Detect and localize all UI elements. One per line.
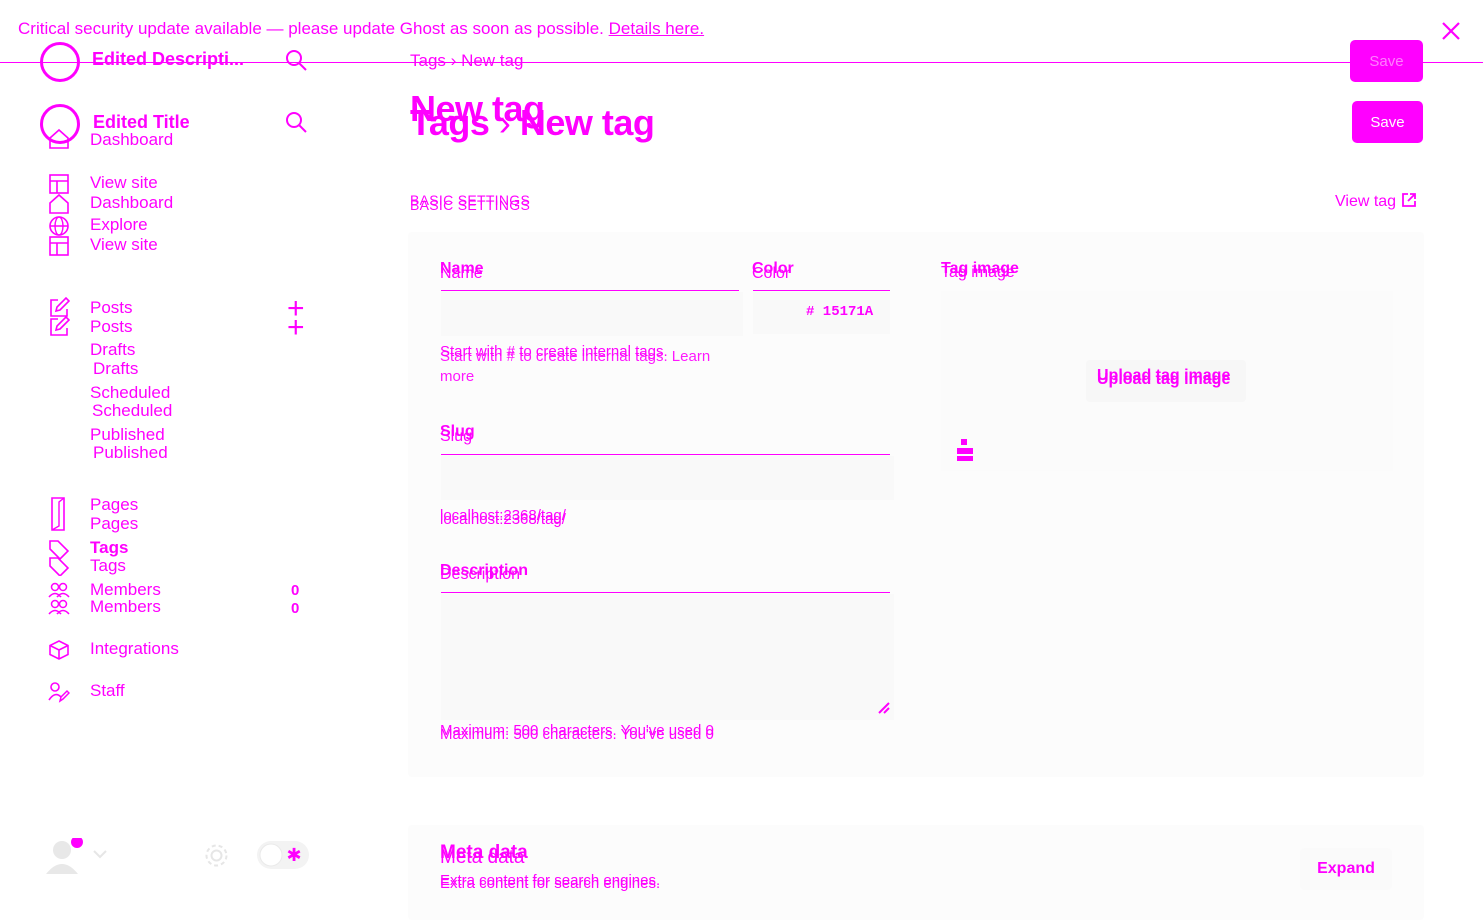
breadcrumb-current: New tag [461, 51, 524, 70]
expand-label: Expand [1317, 860, 1375, 877]
nav-published[interactable]: Published [93, 443, 168, 463]
nav-posts-ghost[interactable]: Posts [90, 298, 133, 318]
nav-staff[interactable]: Staff [90, 681, 125, 701]
home-icon [48, 128, 70, 150]
svg-text:✱: ✱ [286, 845, 301, 866]
name-label: Name [440, 265, 483, 282]
nav-members[interactable]: Members [90, 597, 161, 617]
resize-handle-icon[interactable] [878, 702, 890, 714]
color-label: Color [752, 265, 791, 282]
nav-drafts[interactable]: Drafts [93, 359, 138, 379]
slug-underline [441, 454, 890, 455]
user-avatar[interactable] [44, 838, 84, 876]
description-underline [441, 592, 890, 593]
slug-label: Slug [440, 428, 473, 445]
chevron-down-icon[interactable] [92, 848, 108, 860]
globe-icon [48, 215, 70, 237]
nav-view-site[interactable]: View site [90, 235, 158, 255]
name-underline [441, 290, 739, 291]
description-label: Description [440, 566, 521, 583]
view-tag-link[interactable]: View tag [1335, 192, 1417, 211]
external-link-icon [1401, 193, 1416, 207]
description-textarea[interactable] [441, 594, 894, 720]
meta-subtitle: Extra content for search engines. [440, 875, 661, 892]
site-logo[interactable] [40, 42, 80, 82]
search-icon-main[interactable] [284, 110, 308, 134]
breadcrumb-parent[interactable]: Tags [410, 51, 446, 70]
name-input[interactable] [441, 292, 743, 336]
nav-dashboard-ghost[interactable]: Dashboard [90, 130, 173, 150]
name-hint-text: Start with # to create internal tags. [440, 348, 668, 365]
members-count: 0 [291, 600, 300, 617]
edit-icon-2 [48, 316, 70, 338]
cube-icon [48, 639, 70, 661]
save-button[interactable]: Save [1352, 101, 1423, 143]
nav-posts[interactable]: Posts [90, 317, 133, 337]
banner-details-link[interactable]: Details here. [609, 19, 704, 38]
gear-icon[interactable] [203, 842, 230, 869]
nav-drafts-ghost[interactable]: Drafts [90, 340, 135, 360]
nav-published-ghost[interactable]: Published [90, 425, 165, 445]
nav-scheduled[interactable]: Scheduled [92, 401, 172, 421]
search-icon[interactable] [284, 48, 308, 72]
description-hint: Maximum: 500 characters. You've used 0 [440, 726, 714, 743]
staff-icon [48, 681, 70, 703]
theme-toggle[interactable]: ✱ [256, 840, 310, 870]
title-breadcrumb-current: New tag [519, 102, 655, 143]
slug-url: localhost:2368/tag/ [440, 511, 566, 528]
name-hint: Start with # to create internal tags. Le… [440, 347, 730, 387]
page-title: Tags › New tag [410, 102, 655, 144]
page-icon [48, 496, 70, 532]
save-label-ghost: Save [1369, 52, 1404, 70]
banner-message: Critical security update available — ple… [18, 19, 604, 38]
members-icon [48, 582, 70, 618]
site-description: Edited Descripti... [92, 49, 245, 69]
nav-dashboard[interactable]: Dashboard [90, 193, 173, 213]
upload-label: Upload tag image [1097, 371, 1231, 388]
image-icon [955, 438, 975, 462]
color-underline [753, 290, 890, 291]
layout-icon [48, 173, 70, 195]
new-post-plus-icon-2[interactable]: + [287, 313, 305, 343]
tag-icon [48, 538, 72, 576]
breadcrumb-separator: › [450, 51, 457, 70]
close-icon[interactable] [1440, 20, 1462, 42]
home-icon-2 [48, 193, 70, 215]
expand-button[interactable]: Expand [1300, 848, 1392, 890]
nav-view-site-ghost[interactable]: View site [90, 173, 158, 193]
nav-pages[interactable]: Pages [90, 514, 138, 534]
nav-explore[interactable]: Explore [90, 215, 148, 235]
nav-tags[interactable]: Tags [90, 556, 126, 576]
meta-title: Meta data [440, 847, 525, 868]
title-breadcrumb-separator: › [498, 102, 511, 143]
update-banner: Critical security update available — ple… [18, 19, 704, 39]
slug-input[interactable] [441, 456, 894, 500]
save-label: Save [1370, 113, 1405, 131]
nav-tags-ghost[interactable]: Tags [90, 538, 128, 558]
section-title: BASIC SETTINGS [410, 197, 531, 213]
nav-integrations[interactable]: Integrations [90, 639, 179, 659]
layout-icon-2 [48, 235, 70, 257]
tag-image-label: Tag image [941, 264, 1015, 281]
breadcrumb-ghost: Tags › New tag [410, 51, 523, 71]
title-breadcrumb-parent[interactable]: Tags [410, 102, 490, 143]
nav-pages-ghost[interactable]: Pages [90, 495, 138, 515]
view-tag-label: View tag [1335, 193, 1397, 210]
save-button-ghost[interactable]: Save [1350, 40, 1423, 82]
color-value: # 15171A [806, 304, 874, 320]
members-count-ghost: 0 [291, 582, 300, 599]
nav-scheduled-ghost[interactable]: Scheduled [90, 383, 170, 403]
